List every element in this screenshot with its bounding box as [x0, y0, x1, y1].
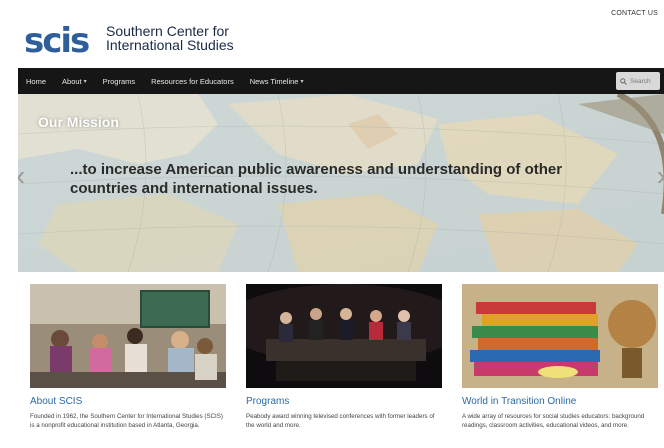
nav-item-about[interactable]: About ▾	[54, 68, 95, 94]
nav-item-label: News Timeline	[249, 76, 299, 86]
nav-item-programs[interactable]: Programs	[95, 68, 144, 94]
feature-programs: Programs Peabody award winning televised…	[246, 284, 442, 430]
programs-title-link[interactable]: Programs	[246, 396, 442, 408]
feature-columns: About SCIS Founded in 1962, the Southern…	[18, 272, 664, 448]
feature-world-in-transition: World in Transition Online A wide array …	[462, 284, 658, 430]
search-icon	[620, 77, 627, 85]
world-in-transition-title-link[interactable]: World in Transition Online	[462, 396, 658, 408]
hero-heading: Our Mission	[38, 114, 119, 130]
world-in-transition-description: A wide array of resources for social stu…	[462, 413, 645, 429]
slider-prev-icon[interactable]: ‹	[18, 160, 25, 192]
about-description: Founded in 1962, the Southern Center for…	[30, 413, 223, 429]
nav-item-label: Resources for Educators	[151, 76, 234, 86]
hero-mission-text: ...to increase American public awareness…	[70, 161, 563, 197]
nav-item-label: Home	[26, 76, 47, 86]
chevron-down-icon: ▾	[300, 78, 304, 85]
search-placeholder: Search	[630, 77, 651, 85]
conference-photo-icon	[246, 284, 442, 388]
feature-about: About SCIS Founded in 1962, the Southern…	[30, 284, 226, 430]
logo-line-2: International Studies	[106, 37, 234, 53]
page: CONTACT US scis Southern Center for Inte…	[0, 0, 664, 448]
main-nav: Home About ▾ Programs Resources for Educ…	[18, 68, 664, 94]
chevron-down-icon: ▾	[83, 78, 87, 85]
site-logo[interactable]: scis Southern Center for International S…	[24, 18, 234, 62]
nav-item-news-timeline[interactable]: News Timeline ▾	[242, 68, 312, 94]
nav-item-label: Programs	[102, 76, 136, 86]
nav-item-label: About	[62, 76, 82, 86]
search-input[interactable]: Search	[616, 72, 660, 90]
left-gutter	[0, 0, 18, 448]
contact-us-link[interactable]: CONTACT US	[611, 10, 658, 17]
books-photo-icon	[462, 284, 658, 388]
programs-description: Peabody award winning televised conferen…	[246, 413, 435, 429]
logo-line-1: Southern Center for	[106, 23, 229, 39]
scis-logo-mark-icon: scis	[24, 21, 91, 60]
logo-text: Southern Center for International Studie…	[106, 24, 234, 52]
programs-image[interactable]	[246, 284, 442, 388]
site-header: CONTACT US scis Southern Center for Inte…	[18, 6, 664, 68]
nav-item-home[interactable]: Home	[18, 68, 54, 94]
world-in-transition-image[interactable]	[462, 284, 658, 388]
slider-next-icon[interactable]: ›	[657, 160, 664, 192]
nav-item-resources[interactable]: Resources for Educators	[143, 68, 242, 94]
hero-slider: Our Mission ...to increase American publ…	[18, 94, 664, 272]
about-image[interactable]	[30, 284, 226, 388]
about-title-link[interactable]: About SCIS	[30, 396, 226, 408]
classroom-photo-icon	[30, 284, 226, 388]
svg-text:scis: scis	[24, 21, 89, 60]
